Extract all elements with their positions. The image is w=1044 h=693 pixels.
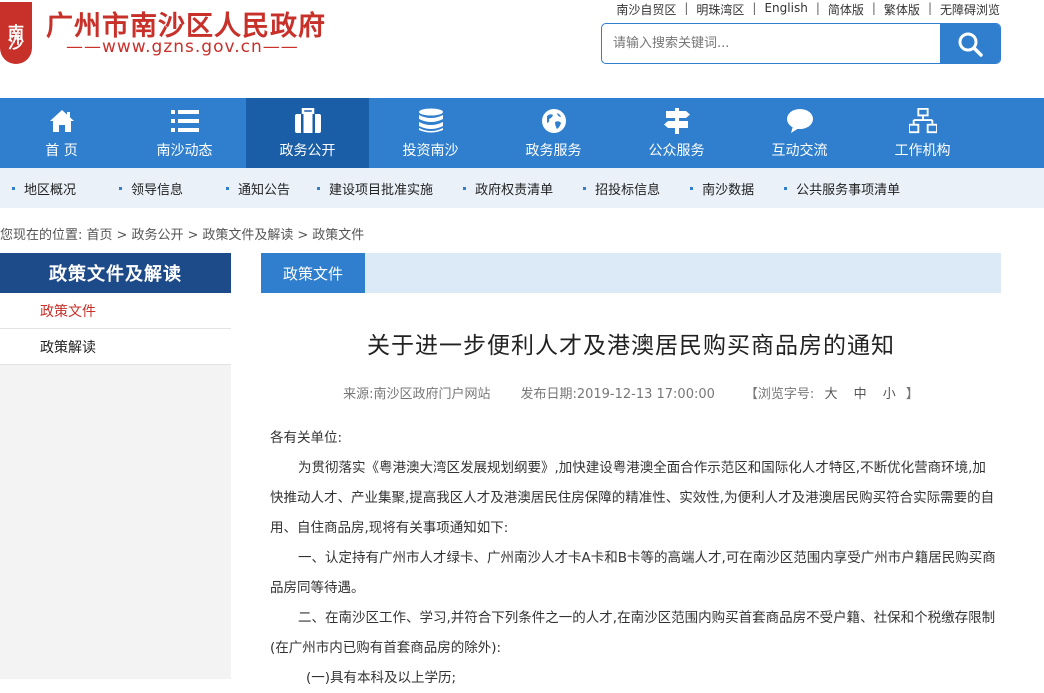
sidebar-item-policy-interpretation[interactable]: 政策解读 bbox=[0, 329, 231, 365]
database-icon bbox=[418, 108, 443, 132]
bullet-icon bbox=[119, 186, 123, 190]
sub-nav: 地区概况 领导信息 通知公告 建设项目批准实施 政府权责清单 招投标信息 南沙数… bbox=[0, 168, 1044, 208]
signpost-icon bbox=[663, 107, 690, 134]
toplink-simplified[interactable]: 简体版 bbox=[828, 1, 864, 18]
subnav-region[interactable]: 地区概况 bbox=[12, 179, 76, 198]
subnav-public-services-list[interactable]: 公共服务事项清单 bbox=[784, 179, 900, 198]
subnav-bidding[interactable]: 招投标信息 bbox=[583, 179, 660, 198]
nav-gov-services[interactable]: 政务服务 bbox=[492, 98, 615, 168]
search-button[interactable] bbox=[940, 24, 1000, 63]
list-icon bbox=[170, 109, 199, 132]
article-paragraph: 为贯彻落实《粤港澳大湾区发展规划纲要》,加快建设粤港澳全面合作示范区和国际化人才… bbox=[270, 460, 995, 536]
site-url: ——www.gzns.gov.cn—— bbox=[66, 37, 299, 57]
bullet-icon bbox=[12, 186, 15, 190]
article-paragraph: (一)具有本科及以上学历; bbox=[306, 670, 457, 686]
nav-agencies[interactable]: 工作机构 bbox=[861, 98, 984, 168]
breadcrumb-policy[interactable]: 政策文件及解读 bbox=[202, 228, 293, 243]
breadcrumb: 您现在的位置: 首页 > 政务公开 > 政策文件及解读 > 政策文件 bbox=[0, 228, 365, 243]
bullet-icon bbox=[463, 186, 467, 190]
article-paragraph: 一、认定持有广州市人才绿卡、广州南沙人才卡A卡和B卡等的高端人才,可在南沙区范围… bbox=[270, 550, 996, 596]
sidebar-title: 政策文件及解读 bbox=[0, 253, 231, 293]
article-meta: 来源:南沙区政府门户网站 发布日期:2019-12-13 17:00:00 【浏… bbox=[261, 383, 1001, 402]
subnav-projects[interactable]: 建设项目批准实施 bbox=[317, 179, 433, 198]
logo-char: 沙 bbox=[7, 33, 24, 52]
site-header: 南 沙 广州市南沙区人民政府 ——www.gzns.gov.cn—— 南沙自贸区… bbox=[0, 0, 1044, 98]
article-body: 各有关单位: 为贯彻落实《粤港澳大湾区发展规划纲要》,加快建设粤港澳全面合作示范… bbox=[270, 423, 996, 693]
font-size-medium[interactable]: 中 bbox=[854, 387, 867, 402]
bullet-icon bbox=[690, 186, 694, 190]
nav-home[interactable]: 首 页 bbox=[0, 98, 123, 168]
logo-emblem[interactable]: 南 沙 bbox=[0, 2, 32, 64]
nav-interaction[interactable]: 互动交流 bbox=[738, 98, 861, 168]
toplink-nansha-ftz[interactable]: 南沙自贸区 bbox=[616, 1, 676, 18]
article-salutation: 各有关单位: bbox=[270, 430, 343, 446]
main-nav: 首 页 南沙动态 政务公开 投资南沙 政务服务 公众服务 互动交流 工作机构 bbox=[0, 98, 1044, 168]
search-input[interactable] bbox=[602, 24, 940, 63]
font-size-large[interactable]: 大 bbox=[824, 387, 837, 402]
chat-icon bbox=[786, 108, 813, 133]
article-source: 来源:南沙区政府门户网站 bbox=[343, 387, 491, 402]
sidebar-item-policy-docs[interactable]: 政策文件 bbox=[0, 293, 231, 329]
sidebar: 政策文件及解读 政策文件 政策解读 bbox=[0, 253, 231, 679]
subnav-data[interactable]: 南沙数据 bbox=[690, 179, 754, 198]
nav-news[interactable]: 南沙动态 bbox=[123, 98, 246, 168]
subnav-notices[interactable]: 通知公告 bbox=[226, 179, 290, 198]
article-paragraph: 二、在南沙区工作、学习,并符合下列条件之一的人才,在南沙区范围内购买首套商品房不… bbox=[270, 610, 996, 656]
subnav-power-list[interactable]: 政府权责清单 bbox=[463, 179, 553, 198]
breadcrumb-current[interactable]: 政策文件 bbox=[312, 228, 364, 243]
org-chart-icon bbox=[908, 107, 937, 133]
search-icon bbox=[958, 32, 983, 57]
globe-icon bbox=[541, 108, 566, 133]
tab-policy-docs[interactable]: 政策文件 bbox=[261, 253, 365, 293]
toplink-english[interactable]: English bbox=[764, 1, 807, 18]
main-content: 政策文件 关于进一步便利人才及港澳居民购买商品房的通知 来源:南沙区政府门户网站… bbox=[261, 253, 1001, 686]
top-links: 南沙自贸区 | 明珠湾区 | English | 简体版 | 繁体版 | 无障碍… bbox=[616, 1, 1000, 18]
subnav-leaders[interactable]: 领导信息 bbox=[119, 179, 183, 198]
briefcase-icon bbox=[294, 107, 321, 133]
toplink-traditional[interactable]: 繁体版 bbox=[884, 1, 920, 18]
nav-invest[interactable]: 投资南沙 bbox=[369, 98, 492, 168]
article-title: 关于进一步便利人才及港澳居民购买商品房的通知 bbox=[367, 333, 895, 359]
breadcrumb-home[interactable]: 首页 bbox=[87, 228, 113, 243]
nav-gov-affairs[interactable]: 政务公开 bbox=[246, 98, 369, 168]
font-size-controls: 【浏览字号: 大 中 小 】 bbox=[744, 387, 919, 402]
bullet-icon bbox=[226, 186, 230, 190]
search-box bbox=[601, 23, 1001, 64]
content-tabbar: 政策文件 bbox=[261, 253, 1001, 293]
article-date: 发布日期:2019-12-13 17:00:00 bbox=[520, 387, 715, 402]
bullet-icon bbox=[784, 186, 788, 190]
home-icon bbox=[49, 109, 74, 132]
nav-public-services[interactable]: 公众服务 bbox=[615, 98, 738, 168]
toplink-mingzhu-bay[interactable]: 明珠湾区 bbox=[696, 1, 744, 18]
bullet-icon bbox=[317, 186, 321, 190]
bullet-icon bbox=[583, 186, 587, 190]
breadcrumb-gov-affairs[interactable]: 政务公开 bbox=[131, 228, 183, 243]
toplink-accessibility[interactable]: 无障碍浏览 bbox=[940, 1, 1000, 18]
font-size-small[interactable]: 小 bbox=[883, 387, 896, 402]
